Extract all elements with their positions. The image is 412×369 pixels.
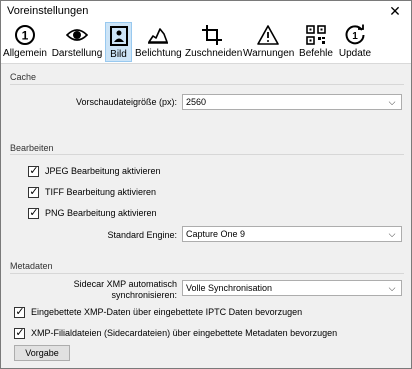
warning-triangle-icon [257, 25, 279, 45]
checkmark-icon: ✓ [29, 207, 39, 219]
bearbeiten-section-title: Bearbeiten [10, 143, 54, 153]
tab-allgemein-label: Allgemein [3, 48, 47, 59]
chevron-down-icon: ⌵ [388, 283, 396, 293]
prefer-sidecar-over-embedded-label: XMP-Filialdateien (Sidecardateien) über … [31, 328, 338, 338]
standard-engine-value: Capture One 9 [186, 229, 246, 239]
tab-darstellung-label: Darstellung [51, 48, 103, 59]
sidecar-sync-select[interactable]: Volle Synchronisation ⌵ [182, 280, 402, 296]
tab-belichtung[interactable]: Belichtung [135, 22, 182, 62]
bearbeiten-divider [10, 154, 404, 155]
prefer-xmp-over-iptc-label: Eingebettete XMP-Daten über eingebettete… [31, 307, 303, 317]
tiff-edit-checkbox[interactable]: ✓ TIFF Bearbeitung aktivieren [28, 186, 228, 200]
standard-engine-label: Standard Engine: [107, 230, 177, 240]
update-badge: 1 [352, 31, 358, 42]
window-title: Voreinstellungen [7, 5, 89, 17]
title-bar: Voreinstellungen ✕ [1, 1, 411, 22]
checkbox-box[interactable]: ✓ [14, 327, 25, 339]
metadaten-divider [10, 273, 404, 274]
png-edit-label: PNG Bearbeitung aktivieren [45, 208, 157, 218]
sidecar-sync-label-line2: synchronisieren: [111, 290, 177, 300]
standard-engine-select[interactable]: Capture One 9 ⌵ [182, 226, 402, 242]
cache-divider [10, 84, 404, 85]
tiff-edit-label: TIFF Bearbeitung aktivieren [45, 187, 157, 197]
chevron-down-icon: ⌵ [388, 97, 396, 107]
jpeg-edit-checkbox[interactable]: ✓ JPEG Bearbeitung aktivieren [28, 165, 228, 179]
tab-darstellung[interactable]: Darstellung [51, 22, 103, 62]
allgemein-badge: 1 [22, 29, 29, 43]
checkmark-icon: ✓ [15, 327, 25, 339]
tab-zuschneiden[interactable]: Zuschneiden [185, 22, 243, 62]
preview-size-value: 2560 [186, 97, 207, 107]
info-circle-icon: 1 [15, 25, 35, 45]
png-edit-checkbox[interactable]: ✓ PNG Bearbeitung aktivieren [28, 207, 228, 221]
crop-icon [202, 25, 222, 45]
tab-belichtung-label: Belichtung [135, 48, 182, 59]
tab-update[interactable]: 1 Update [337, 22, 373, 62]
tab-allgemein[interactable]: 1 Allgemein [3, 22, 47, 62]
preview-size-select[interactable]: 2560 ⌵ [182, 94, 402, 110]
chevron-down-icon: ⌵ [388, 229, 396, 239]
cache-section-title: Cache [10, 72, 37, 82]
tab-befehle[interactable]: Befehle [297, 22, 335, 62]
qr-code-icon [306, 25, 326, 45]
prefer-sidecar-over-embedded-checkbox[interactable]: ✓ XMP-Filialdateien (Sidecardateien) übe… [14, 327, 404, 341]
update-refresh-icon: 1 [345, 24, 365, 45]
checkmark-icon: ✓ [29, 186, 39, 198]
eye-icon [66, 29, 88, 41]
preferences-toolbar: 1 Allgemein Darstellung Bild Belichtung … [1, 22, 411, 64]
sidecar-sync-label-line1: Sidecar XMP automatisch [73, 279, 177, 289]
defaults-button[interactable]: Vorgabe [14, 345, 70, 361]
sidecar-sync-value: Volle Synchronisation [186, 283, 273, 293]
checkbox-box[interactable]: ✓ [14, 306, 25, 318]
exposure-histogram-icon [148, 28, 168, 44]
tab-befehle-label: Befehle [299, 48, 333, 59]
close-icon[interactable]: ✕ [387, 3, 403, 19]
preferences-window: Voreinstellungen ✕ 1 Allgemein Darstellu… [0, 0, 412, 369]
picture-icon [109, 26, 128, 46]
checkbox-box[interactable]: ✓ [28, 165, 39, 177]
tab-warnungen[interactable]: Warnungen [243, 22, 295, 62]
checkbox-box[interactable]: ✓ [28, 186, 39, 198]
checkmark-icon: ✓ [15, 306, 25, 318]
checkbox-box[interactable]: ✓ [28, 207, 39, 219]
checkmark-icon: ✓ [29, 165, 39, 177]
tab-bild[interactable]: Bild [105, 22, 132, 62]
tab-warnungen-label: Warnungen [243, 48, 295, 59]
jpeg-edit-label: JPEG Bearbeitung aktivieren [45, 166, 161, 176]
metadaten-section-title: Metadaten [10, 261, 53, 271]
tab-bild-label: Bild [110, 49, 127, 60]
prefer-xmp-over-iptc-checkbox[interactable]: ✓ Eingebettete XMP-Daten über eingebette… [14, 306, 404, 320]
preview-size-label: Vorschaudateigröße (px): [75, 97, 177, 107]
tab-update-label: Update [338, 48, 372, 59]
tab-zuschneiden-label: Zuschneiden [185, 48, 243, 59]
bild-settings-panel: Cache Vorschaudateigröße (px): 2560 ⌵ Be… [1, 65, 411, 368]
